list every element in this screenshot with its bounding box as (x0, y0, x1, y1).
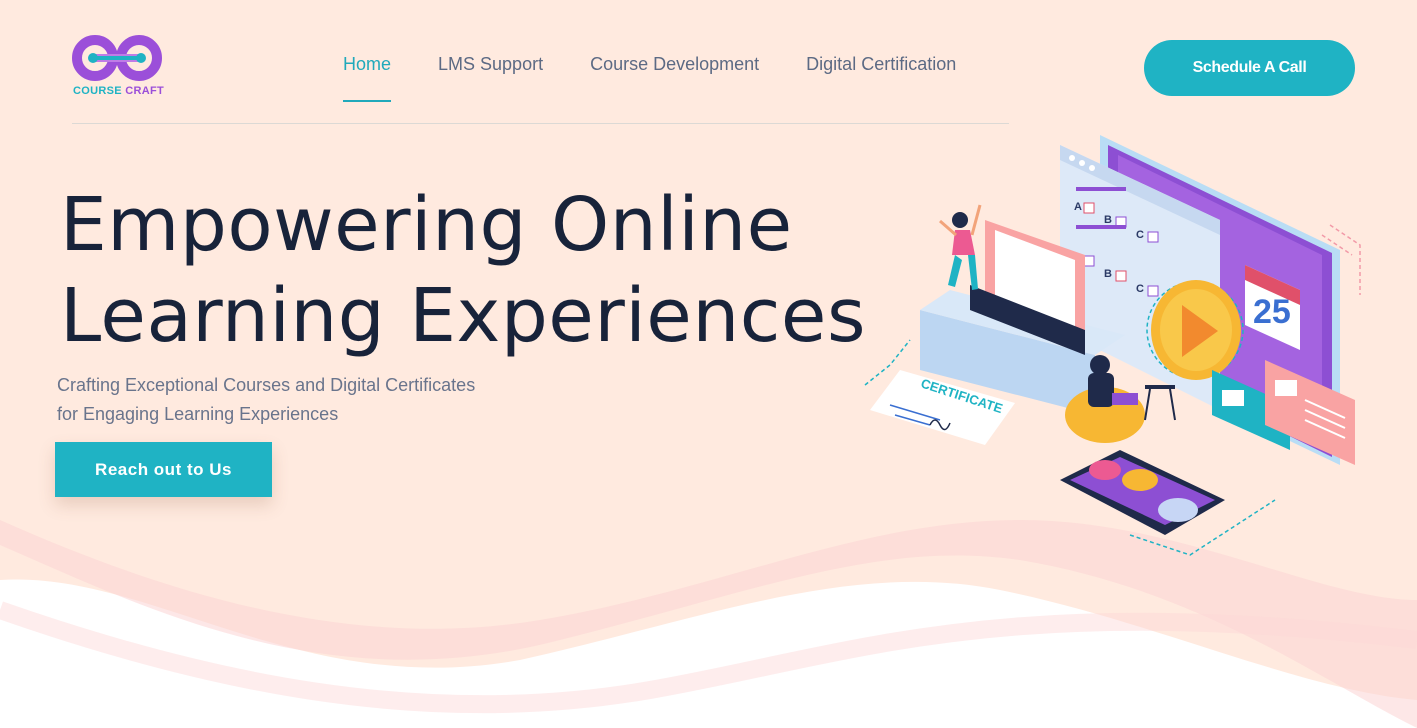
logo-word-course: COURSE (73, 85, 122, 97)
course-craft-logo[interactable]: COURSE CRAFT (72, 34, 164, 98)
hero-title: Empowering Online Learning Experiences (60, 180, 880, 362)
main-nav: Home LMS Support Course Development Digi… (343, 54, 1003, 102)
hero-title-line-1: Empowering Online (60, 182, 793, 268)
nav-item-lms-support[interactable]: LMS Support (438, 54, 543, 102)
jumping-person (939, 204, 982, 290)
hero-title-line-2: Learning Experiences (60, 273, 867, 359)
hero-subtitle: Crafting Exceptional Courses and Digital… (57, 371, 557, 429)
quiz-option-a-1: A (1074, 201, 1082, 213)
header-divider (72, 123, 1009, 124)
schedule-call-button[interactable]: Schedule A Call (1144, 40, 1355, 96)
nav-item-home[interactable]: Home (343, 54, 392, 102)
nav-item-course-development[interactable]: Course Development (590, 54, 759, 102)
nav-item-digital-certification[interactable]: Digital Certification (806, 54, 956, 102)
quiz-option-b-1: B (1104, 214, 1112, 226)
phone-graphic (1060, 450, 1225, 535)
quiz-option-c-2: C (1136, 283, 1144, 295)
infinity-logo-icon (72, 35, 162, 81)
online-learning-illustration: A B C A B C 25 CERTIFICATE (864, 135, 1361, 556)
hero-subtitle-line-1: Crafting Exceptional Courses and Digital… (57, 375, 476, 395)
logo-wordmark: COURSE CRAFT (73, 85, 164, 97)
reach-out-button[interactable]: Reach out to Us (55, 442, 272, 497)
hero-subtitle-line-2: for Engaging Learning Experiences (57, 404, 339, 424)
calendar-day: 25 (1253, 293, 1291, 331)
logo-word-craft: CRAFT (125, 85, 165, 97)
quiz-option-c-1: C (1136, 229, 1144, 241)
quiz-option-b-2: B (1104, 268, 1112, 280)
